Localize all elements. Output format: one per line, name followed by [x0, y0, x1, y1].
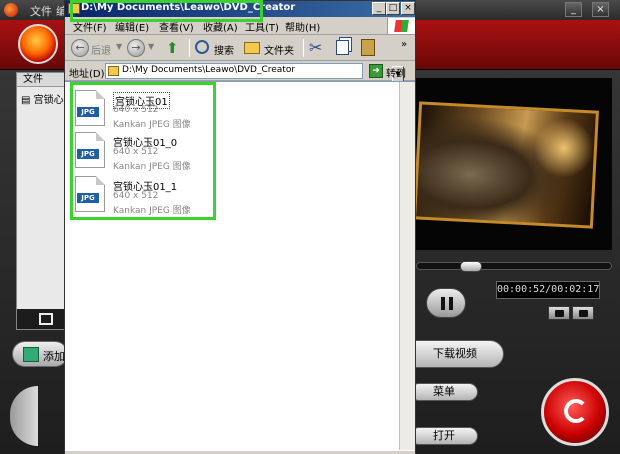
- vertical-scrollbar[interactable]: [399, 82, 415, 450]
- app-logo-flame-icon: [18, 24, 58, 64]
- previous-step-button[interactable]: [10, 386, 38, 446]
- explorer-window: D:\My Documents\Leawo\DVD_Creator _ □ × …: [64, 0, 416, 454]
- windows-logo-icon: [387, 18, 415, 34]
- windows-flag-icon: [394, 20, 409, 32]
- go-arrow-icon: ➜: [369, 64, 383, 78]
- toolbar-overflow-chevron[interactable]: »: [401, 39, 407, 50]
- title-highlight-box: [70, 0, 263, 22]
- source-item-label: 宫锁心: [33, 95, 64, 106]
- camera-icon: [555, 310, 564, 317]
- menu-help[interactable]: 帮助(H): [285, 19, 320, 34]
- playback-progress-track[interactable]: [416, 262, 612, 270]
- playback-timecode: 00:00:52/00:02:17: [496, 281, 600, 299]
- app-close-icon[interactable]: ×: [592, 2, 609, 17]
- burn-start-button[interactable]: [541, 378, 609, 446]
- video-camera-icon: [579, 310, 588, 317]
- toolbar-separator: [189, 39, 190, 57]
- back-arrow-icon[interactable]: ←: [71, 39, 89, 57]
- preview-light-spot: [534, 118, 594, 178]
- snapshot-button[interactable]: [548, 306, 570, 320]
- add-film-icon: [23, 347, 39, 362]
- search-icon[interactable]: [195, 40, 209, 54]
- pause-icon: [441, 297, 453, 310]
- go-button-label: 转到: [386, 69, 406, 80]
- refresh-arrow-icon: [564, 399, 588, 423]
- open-button[interactable]: 打开: [410, 427, 478, 445]
- back-button-label[interactable]: 后退: [91, 42, 111, 57]
- add-file-button[interactable]: 添加: [12, 341, 68, 367]
- source-list-footer: [17, 309, 65, 329]
- up-folder-icon[interactable]: ⬆: [166, 39, 184, 57]
- address-input[interactable]: D:\My Documents\Leawo\DVD_Creator ▼: [105, 63, 404, 82]
- address-folder-icon: [108, 66, 119, 76]
- address-bar: 地址(D) D:\My Documents\Leawo\DVD_Creator …: [65, 61, 415, 82]
- folders-button-label[interactable]: 文件夹: [264, 42, 294, 57]
- pause-button[interactable]: [426, 288, 466, 318]
- video-preview: [413, 78, 612, 250]
- paste-icon[interactable]: [361, 39, 375, 56]
- cut-scissors-icon[interactable]: ✂: [309, 38, 322, 57]
- explorer-toolbar: ← 后退 ▼ → ▼ ⬆ 搜索 文件夹 ✂ »: [65, 35, 415, 61]
- back-dropdown-icon[interactable]: ▼: [116, 42, 122, 51]
- playback-progress-handle[interactable]: [460, 261, 482, 272]
- monitor-icon[interactable]: [39, 313, 53, 325]
- app-flame-icon: [4, 3, 18, 17]
- source-list-item[interactable]: ▤ 宫锁心: [21, 91, 64, 106]
- maximize-icon[interactable]: □: [386, 2, 400, 15]
- files-highlight-box: [70, 82, 216, 220]
- source-file-list: 文件 ▤ 宫锁心: [16, 72, 66, 330]
- film-strip-icon: ▤: [21, 95, 31, 106]
- forward-arrow-icon[interactable]: →: [127, 39, 145, 57]
- toolbar-separator: [303, 39, 304, 57]
- forward-dropdown-icon[interactable]: ▼: [148, 42, 154, 51]
- go-button[interactable]: ➜ 转到: [367, 63, 413, 80]
- search-button-label[interactable]: 搜索: [214, 42, 234, 57]
- copy-icon[interactable]: [336, 40, 349, 55]
- app-menu-file[interactable]: 文件: [30, 3, 52, 19]
- file-column-header[interactable]: 文件: [17, 73, 65, 87]
- address-value: D:\My Documents\Leawo\DVD_Creator: [122, 65, 296, 75]
- video-mode-button[interactable]: [572, 306, 594, 320]
- minimize-icon[interactable]: _: [372, 2, 386, 15]
- app-minimize-icon[interactable]: _: [565, 2, 582, 17]
- folders-icon[interactable]: [244, 42, 260, 54]
- address-label: 地址(D): [69, 69, 105, 80]
- close-icon[interactable]: ×: [401, 2, 415, 15]
- menu-button[interactable]: 菜单: [410, 383, 478, 401]
- add-file-label: 添加: [43, 350, 65, 363]
